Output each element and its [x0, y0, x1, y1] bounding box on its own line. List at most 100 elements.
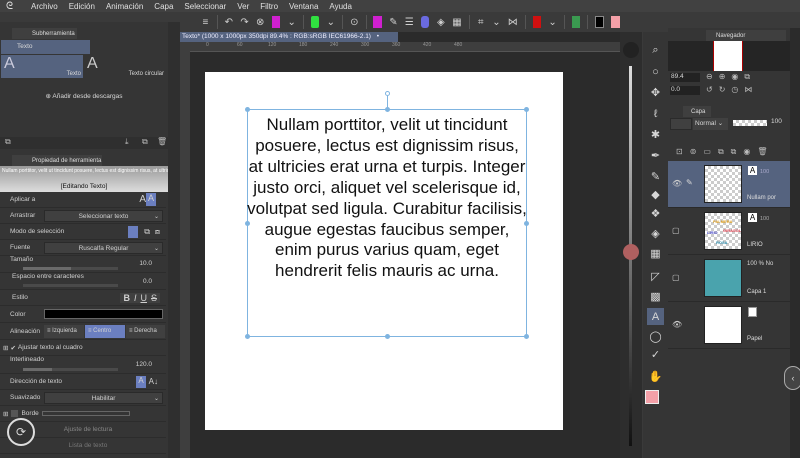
selection-border-icon[interactable] [310, 16, 320, 28]
magic-wand-icon[interactable]: ✱ [647, 126, 664, 143]
size-slider[interactable] [23, 267, 118, 270]
eye-icon[interactable]: 👁 [672, 179, 682, 188]
chevron-down-icon[interactable]: ⌄ [548, 16, 557, 28]
move-tool-icon[interactable]: ✥ [647, 84, 664, 101]
menu-filtro[interactable]: Filtro [260, 2, 278, 11]
line-spacing-value[interactable]: 120.0 [136, 361, 152, 368]
strike-button[interactable]: S [151, 293, 157, 303]
visibility-checkbox[interactable]: ▢ [672, 273, 680, 282]
canvas-text[interactable]: Nullam porttitor, velit ut tincidunt pos… [247, 115, 527, 282]
menu-ayuda[interactable]: Ayuda [329, 2, 352, 11]
line-spacing-slider[interactable] [23, 368, 118, 371]
navigator-preview[interactable] [668, 41, 790, 71]
subtool-group-texto[interactable]: Texto [1, 40, 90, 54]
selection-new-icon[interactable] [128, 225, 138, 238]
crop-icon[interactable]: ⌗ [476, 16, 485, 28]
settings-sliders-icon[interactable]: ☰ [405, 16, 414, 28]
font-select[interactable]: Ruscalfa Regular ⌄ [44, 242, 163, 254]
color-green-icon[interactable] [571, 16, 581, 28]
opacity-slider[interactable] [733, 120, 767, 126]
bold-button[interactable]: B [123, 293, 130, 303]
figure-tool-icon[interactable]: ▦ [647, 245, 664, 262]
menu-ver[interactable]: Ver [237, 2, 249, 11]
resize-handle[interactable] [524, 107, 529, 112]
blend-tool-icon[interactable]: ❖ [647, 205, 664, 222]
frame-tool-icon[interactable]: ◸ [647, 268, 664, 285]
vertical-text-icon[interactable]: A↓ [149, 377, 158, 386]
visibility-checkbox[interactable]: ▢ [672, 226, 680, 235]
mask-icon[interactable] [373, 16, 383, 28]
menu-ventana[interactable]: Ventana [289, 2, 318, 11]
eraser-icon[interactable]: ◆ [647, 186, 664, 203]
zoom-input[interactable]: 89.4 [670, 73, 700, 82]
resize-handle[interactable] [245, 334, 250, 339]
undo-icon[interactable]: ↶ [224, 16, 233, 28]
layer-item[interactable]: ▢ PALMERA GIRASOL LIRIO ROSA A 100 LIRIO [668, 208, 790, 255]
grid-icon[interactable]: ▦ [452, 16, 461, 28]
redo-icon[interactable]: ↷ [240, 16, 249, 28]
eye-icon[interactable]: 👁 [672, 320, 682, 329]
resize-handle[interactable] [524, 334, 529, 339]
text-list-label[interactable]: Lista de texto [69, 442, 108, 449]
fit-checkbox[interactable]: ✔ [10, 344, 15, 352]
border-slider[interactable] [42, 411, 130, 416]
antialias-select[interactable]: Habilitar ⌄ [44, 392, 163, 404]
clear-icon[interactable]: ⊗ [256, 16, 265, 28]
duplicate-icon[interactable]: ⧉ [5, 137, 11, 147]
menu-seleccionar[interactable]: Seleccionar [184, 2, 226, 11]
eyedropper-icon[interactable]: ✒ [647, 147, 664, 164]
layers-icon[interactable]: ◈ [436, 16, 445, 28]
spacing-value[interactable]: 0.0 [143, 278, 152, 285]
italic-button[interactable]: I [134, 293, 137, 303]
balloon-tool-icon[interactable]: ◯ [647, 328, 664, 345]
menu-capa[interactable]: Capa [154, 2, 173, 11]
sub-color-swatch[interactable] [611, 16, 621, 28]
rotate-view-button[interactable]: ⟳ [7, 418, 35, 446]
selection-sub-icon[interactable]: ⧈ [155, 227, 160, 237]
border-checkbox[interactable] [11, 410, 19, 417]
subtool-texto[interactable]: A Texto [1, 55, 83, 78]
copy-icon[interactable]: ⧉ [142, 137, 148, 147]
menu-animacion[interactable]: Animación [106, 2, 143, 11]
zoom-controls[interactable]: ⊖⊕◉⧉ [706, 72, 756, 82]
text-color-swatch[interactable] [44, 309, 163, 319]
pen-tool-icon[interactable]: ✎ [647, 168, 664, 185]
layer-item[interactable]: 👁 ✎ A 100 Nullam por [668, 161, 790, 208]
document-tab[interactable]: Texto* (1000 x 1000px 350dpi 89.4% : RGB… [180, 32, 398, 42]
collapse-panel-button[interactable]: ‹ [784, 366, 800, 390]
resize-handle[interactable] [385, 334, 390, 339]
align-right-button[interactable]: ≡ Derecha [126, 325, 165, 338]
size-value[interactable]: 10.0 [139, 260, 152, 267]
color-knob-top[interactable] [623, 42, 639, 58]
opacity-value[interactable]: 100 [771, 118, 782, 125]
trash-icon[interactable]: 🗑 [157, 137, 167, 146]
horizontal-text-icon[interactable]: A [136, 375, 146, 388]
layer-action-icons[interactable]: ⊡⊚▭⧉⧉◉🗑 [676, 147, 775, 157]
text-apply-selected-icon[interactable]: A [146, 193, 156, 206]
layer-item[interactable]: 👁 Papel [668, 302, 790, 349]
layer-color-select[interactable] [670, 118, 692, 130]
menu-icon[interactable]: ≡ [201, 16, 210, 28]
zoom-icon[interactable]: ⊙ [350, 16, 359, 28]
hand-tool-icon[interactable]: ✋ [647, 368, 664, 385]
chevron-down-icon[interactable]: ⌄ [492, 16, 501, 28]
color-red-icon[interactable] [532, 16, 542, 28]
main-color-swatch[interactable] [645, 390, 659, 404]
correct-line-icon[interactable]: ✓ [647, 346, 664, 363]
menu-edicion[interactable]: Edición [69, 2, 95, 11]
chevron-down-icon[interactable]: ⌄ [326, 16, 335, 28]
fill-tool-icon[interactable]: ◈ [647, 225, 664, 242]
align-center-button[interactable]: ≡ Centro [85, 325, 125, 338]
layer-item[interactable]: ▢ 100 % No Capa 1 [668, 255, 790, 302]
color-knob[interactable] [623, 244, 639, 260]
selection-add-icon[interactable]: ⧉ [144, 227, 150, 237]
subtool-texto-circular[interactable]: A Texto circular [84, 55, 166, 78]
fill-layer-icon[interactable] [271, 16, 281, 28]
close-icon[interactable]: • [377, 33, 379, 40]
underline-button[interactable]: U [140, 293, 147, 303]
snap-icon[interactable] [420, 16, 430, 28]
align-left-button[interactable]: ≡ Izquierda [44, 325, 84, 338]
resize-handle[interactable] [245, 107, 250, 112]
zoom-tool-icon[interactable]: ⌕ [647, 42, 664, 59]
rotation-controls[interactable]: ↺↻◷⋈ [706, 85, 758, 94]
